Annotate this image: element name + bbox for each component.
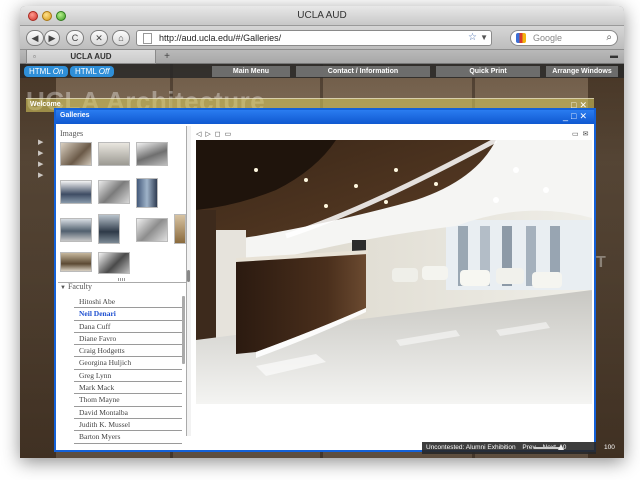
- zoom-slider[interactable]: [534, 444, 564, 450]
- faculty-item-craig-hodgetts[interactable]: Craig Hodgetts: [74, 345, 182, 358]
- forward-button[interactable]: ▶: [44, 30, 60, 46]
- images-label: Images: [60, 129, 84, 138]
- home-button[interactable]: ⌂: [112, 30, 130, 46]
- faculty-item-georgina-huljich[interactable]: Georgina Huljich: [74, 357, 182, 370]
- window-controls-icon[interactable]: _□✕: [563, 111, 590, 122]
- contact-information-button[interactable]: Contact / Information: [296, 66, 430, 77]
- faculty-section-header[interactable]: ▼ Faculty: [60, 282, 92, 291]
- quick-print-button[interactable]: Quick Print: [436, 66, 540, 77]
- search-placeholder: Google: [533, 33, 563, 43]
- triangle-down-icon: ▼: [60, 285, 66, 291]
- new-tab-button[interactable]: +: [160, 51, 174, 63]
- browser-toolbar: ◀ ▶ C ✕ ⌂ http://aud.ucla.edu/#/Gallerie…: [20, 26, 624, 50]
- tab-bar: ▫ UCLA AUD + ▬: [20, 50, 624, 64]
- resize-grip-icon[interactable]: [118, 278, 126, 281]
- faculty-item-diane-favro[interactable]: Diane Favro: [74, 333, 182, 346]
- first-image-icon[interactable]: ◁: [196, 131, 205, 138]
- faculty-item-judith-k-mussel[interactable]: Judith K. Mussel: [74, 419, 182, 432]
- faculty-item-barton-myers[interactable]: Barton Myers: [74, 431, 182, 444]
- fit-icon[interactable]: ▭: [225, 131, 236, 138]
- zoom-max-label: 100: [604, 444, 615, 451]
- faculty-scrollbar[interactable]: [182, 296, 185, 364]
- faculty-item-greg-lynn[interactable]: Greg Lynn: [74, 370, 182, 383]
- email-icon[interactable]: ✉: [583, 131, 593, 138]
- gallery-thumbnail[interactable]: [60, 218, 92, 242]
- fullscreen-icon[interactable]: ▭: [572, 131, 583, 138]
- faculty-list: Hitoshi Abe Neil Denari Dana Cuff Diane …: [74, 296, 182, 444]
- faculty-item-neil-denari[interactable]: Neil Denari: [74, 308, 182, 321]
- gallery-thumbnail[interactable]: [98, 214, 120, 244]
- chevron-down-icon[interactable]: ▼: [480, 31, 488, 45]
- interior-photo: [196, 140, 592, 404]
- faculty-item-thom-mayne[interactable]: Thom Mayne: [74, 394, 182, 407]
- html-on-button[interactable]: HTML On: [24, 66, 69, 77]
- page-content: HTML On HTML Off Main Menu Contact / Inf…: [20, 64, 624, 458]
- window-title: UCLA AUD: [297, 10, 347, 21]
- gallery-thumbnail[interactable]: [98, 180, 130, 204]
- browser-window: UCLA AUD ◀ ▶ C ✕ ⌂ http://aud.ucla.edu/#…: [20, 6, 624, 458]
- gallery-thumbnail[interactable]: [60, 142, 92, 166]
- galleries-title-bar[interactable]: Galleries _□✕: [56, 110, 594, 124]
- gallery-thumbnail[interactable]: [136, 218, 168, 242]
- gallery-main-image[interactable]: [196, 140, 592, 404]
- gallery-thumbnail[interactable]: [98, 142, 130, 166]
- tab-ucla-aud[interactable]: ▫ UCLA AUD: [26, 50, 156, 64]
- title-bar: UCLA AUD: [20, 6, 624, 26]
- site-nav-bar: HTML On HTML Off Main Menu Contact / Inf…: [20, 64, 624, 78]
- viewer-toolbar: ◁▷◻▭: [196, 130, 235, 138]
- gallery-thumbnail[interactable]: [174, 214, 186, 244]
- gallery-thumbnail[interactable]: [136, 178, 158, 208]
- gallery-thumbnail[interactable]: [98, 252, 130, 274]
- search-icon[interactable]: ⌕: [606, 31, 612, 45]
- welcome-title: Welcome: [30, 101, 61, 108]
- play-icon[interactable]: ◻: [215, 131, 225, 138]
- arrange-windows-button[interactable]: Arrange Windows: [546, 66, 618, 77]
- gallery-thumbnail[interactable]: [136, 142, 168, 166]
- page-icon: ▫: [33, 52, 36, 61]
- gallery-footer: Uncontested: Alumni Exhibition Prev Next…: [422, 442, 615, 454]
- faculty-item-hitoshi-abe[interactable]: Hitoshi Abe: [74, 296, 182, 309]
- search-input[interactable]: Google ⌕: [510, 30, 618, 46]
- splitter-handle[interactable]: [187, 270, 190, 282]
- html-off-button[interactable]: HTML Off: [70, 66, 115, 77]
- tab-list-icon[interactable]: ▬: [610, 51, 618, 60]
- previous-image-icon[interactable]: ▷: [205, 131, 214, 138]
- stop-button[interactable]: ✕: [90, 30, 108, 46]
- gallery-caption: Uncontested: Alumni Exhibition: [426, 444, 516, 451]
- faculty-item-mark-mack[interactable]: Mark Mack: [74, 382, 182, 395]
- gallery-thumbnail[interactable]: [60, 180, 92, 204]
- galleries-title: Galleries: [60, 112, 90, 119]
- faculty-item-dana-cuff[interactable]: Dana Cuff: [74, 321, 182, 333]
- back-button[interactable]: ◀: [26, 30, 44, 46]
- bookmark-star-icon[interactable]: ☆: [468, 31, 477, 45]
- main-menu-button[interactable]: Main Menu: [212, 66, 290, 77]
- reload-button[interactable]: C: [66, 30, 84, 46]
- gallery-thumbnail[interactable]: [60, 252, 92, 272]
- faculty-heading: Faculty: [67, 282, 92, 291]
- url-text: http://aud.ucla.edu/#/Galleries/: [159, 33, 282, 43]
- viewer-toolbar-right: ▭✉: [572, 130, 593, 138]
- address-bar[interactable]: http://aud.ucla.edu/#/Galleries/ ☆ ▼: [136, 30, 492, 46]
- page-icon: [143, 33, 152, 44]
- zoom-slider-handle[interactable]: [558, 444, 564, 450]
- faculty-item-david-montalba[interactable]: David Montalba: [74, 407, 182, 419]
- tab-label: UCLA AUD: [70, 52, 112, 61]
- google-icon[interactable]: [516, 33, 526, 43]
- galleries-window: Galleries _□✕ Images ▼ Faculty Hitoshi A…: [54, 108, 615, 454]
